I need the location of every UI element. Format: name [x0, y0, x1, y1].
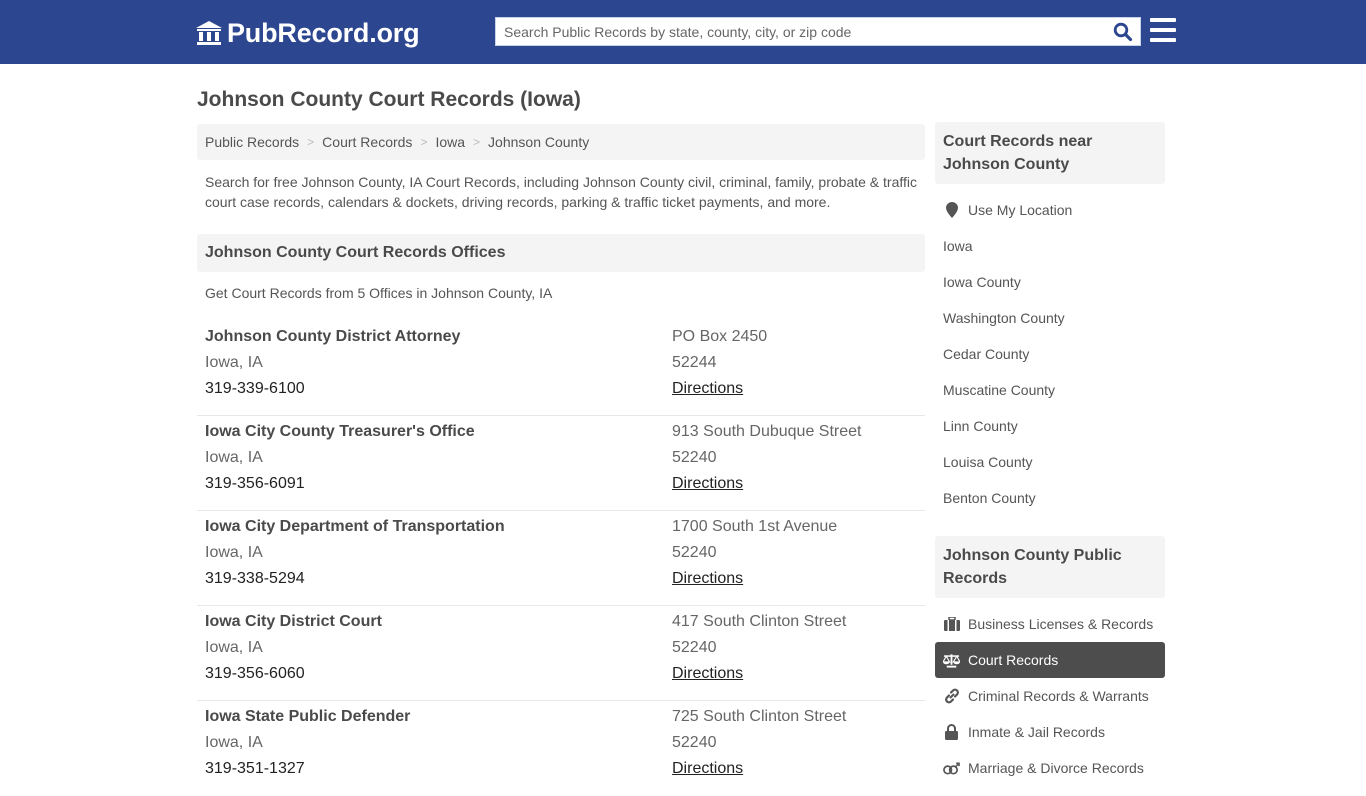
office-address: 913 South Dubuque Street — [672, 423, 862, 440]
directions-link[interactable]: Directions — [672, 380, 743, 397]
sidebar-item-label: Marriage & Divorce Records — [968, 760, 1144, 776]
intro-text: Search for free Johnson County, IA Court… — [205, 174, 917, 210]
office-name: Iowa State Public Defender — [205, 708, 411, 725]
office-phone[interactable]: 319-356-6091 — [205, 471, 672, 497]
menu-bar — [1150, 18, 1176, 22]
sidebar-item-label: Criminal Records & Warrants — [968, 688, 1149, 704]
sidebar-item-criminal-records[interactable]: Criminal Records & Warrants — [935, 678, 1165, 714]
map-marker-icon — [943, 202, 960, 218]
sidebar-item-label: Business Licenses & Records — [968, 616, 1154, 632]
public-records-list: Business Licenses & Records Court Record… — [935, 606, 1165, 786]
page-title: Johnson County Court Records (Iowa) — [197, 88, 581, 111]
sidebar-item-label: Court Records — [968, 652, 1059, 668]
public-records-title: Johnson County Public Records — [935, 536, 1165, 598]
site-logo[interactable]: PubRecord.org — [195, 16, 420, 50]
office-city: Iowa, IA — [205, 734, 263, 751]
office-address: 1700 South 1st Avenue — [672, 518, 838, 535]
directions-link[interactable]: Directions — [672, 570, 743, 587]
breadcrumb-court-records[interactable]: Court Records — [322, 134, 412, 150]
sidebar-item-business-licenses[interactable]: Business Licenses & Records — [935, 606, 1165, 642]
nearby-link-louisa-county[interactable]: Louisa County — [935, 444, 1165, 480]
sidebar-item-inmate-records[interactable]: Inmate & Jail Records — [935, 714, 1165, 750]
nearby-link-benton-county[interactable]: Benton County — [935, 480, 1165, 516]
office-address: PO Box 2450 — [672, 328, 768, 345]
sidebar-item-label: Inmate & Jail Records — [968, 724, 1105, 740]
nearby-link-iowa-county[interactable]: Iowa County — [935, 264, 1165, 300]
link-icon — [943, 688, 960, 704]
search-bar — [495, 17, 1141, 46]
breadcrumb-iowa[interactable]: Iowa — [435, 134, 465, 150]
office-name: Johnson County District Attorney — [205, 328, 461, 345]
office-zip: 52240 — [672, 734, 717, 751]
sidebar-item-court-records[interactable]: Court Records — [935, 642, 1165, 678]
office-name: Iowa City District Court — [205, 613, 382, 630]
logo-text: PubRecord.org — [227, 17, 420, 48]
search-input[interactable] — [496, 18, 1106, 45]
office-phone[interactable]: 319-339-6100 — [205, 376, 672, 402]
nearby-link-muscatine-county[interactable]: Muscatine County — [935, 372, 1165, 408]
offices-section-subtitle: Get Court Records from 5 Offices in John… — [205, 285, 553, 301]
offices-list: Johnson County District Attorney Iowa, I… — [197, 321, 925, 796]
nearby-link-linn-county[interactable]: Linn County — [935, 408, 1165, 444]
briefcase-icon — [943, 616, 960, 632]
directions-link[interactable]: Directions — [672, 760, 743, 777]
lock-icon — [943, 724, 960, 740]
nearby-link-washington-county[interactable]: Washington County — [935, 300, 1165, 336]
office-entry: Iowa City Department of Transportation I… — [197, 511, 925, 606]
nearby-records-title: Court Records near Johnson County — [935, 122, 1165, 184]
offices-section-title: Johnson County Court Records Offices — [197, 234, 925, 272]
office-address: 725 South Clinton Street — [672, 708, 847, 725]
office-zip: 52240 — [672, 544, 717, 561]
office-city: Iowa, IA — [205, 544, 263, 561]
office-zip: 52240 — [672, 449, 717, 466]
office-zip: 52244 — [672, 354, 717, 371]
office-address: 417 South Clinton Street — [672, 613, 847, 630]
office-entry: Iowa City District Court Iowa, IA 319-35… — [197, 606, 925, 701]
office-entry: Iowa State Public Defender Iowa, IA 319-… — [197, 701, 925, 796]
search-button[interactable] — [1106, 18, 1140, 45]
marriage-icon — [943, 760, 960, 776]
sidebar: Court Records near Johnson County Use My… — [935, 122, 1165, 786]
directions-link[interactable]: Directions — [672, 475, 743, 492]
menu-bar — [1150, 38, 1176, 42]
breadcrumb-public-records[interactable]: Public Records — [205, 134, 299, 150]
directions-link[interactable]: Directions — [672, 665, 743, 682]
use-my-location-link[interactable]: Use My Location — [935, 192, 1165, 228]
breadcrumb: Public Records > Court Records > Iowa > … — [197, 124, 925, 160]
office-phone[interactable]: 319-338-5294 — [205, 566, 672, 592]
office-entry: Johnson County District Attorney Iowa, I… — [197, 321, 925, 416]
search-icon — [1113, 22, 1133, 41]
courthouse-icon — [195, 20, 223, 46]
balance-scale-icon — [943, 652, 960, 668]
office-entry: Iowa City County Treasurer's Office Iowa… — [197, 416, 925, 511]
menu-bar — [1150, 28, 1176, 32]
office-phone[interactable]: 319-356-6060 — [205, 661, 672, 687]
breadcrumb-johnson-county[interactable]: Johnson County — [488, 134, 589, 150]
breadcrumb-separator: > — [420, 135, 428, 149]
hamburger-menu-button[interactable] — [1150, 18, 1176, 42]
breadcrumb-separator: > — [307, 135, 315, 149]
office-name: Iowa City County Treasurer's Office — [205, 423, 475, 440]
office-city: Iowa, IA — [205, 449, 263, 466]
office-name: Iowa City Department of Transportation — [205, 518, 505, 535]
use-my-location-label: Use My Location — [968, 202, 1073, 218]
nearby-link-iowa[interactable]: Iowa — [935, 228, 1165, 264]
nearby-link-cedar-county[interactable]: Cedar County — [935, 336, 1165, 372]
nearby-list: Use My Location Iowa Iowa County Washing… — [935, 192, 1165, 516]
office-city: Iowa, IA — [205, 354, 263, 371]
office-phone[interactable]: 319-351-1327 — [205, 756, 672, 782]
office-city: Iowa, IA — [205, 639, 263, 656]
office-zip: 52240 — [672, 639, 717, 656]
breadcrumb-separator: > — [473, 135, 481, 149]
main-content: Public Records > Court Records > Iowa > … — [197, 124, 925, 796]
sidebar-item-marriage-records[interactable]: Marriage & Divorce Records — [935, 750, 1165, 786]
top-navbar: PubRecord.org — [0, 0, 1366, 64]
